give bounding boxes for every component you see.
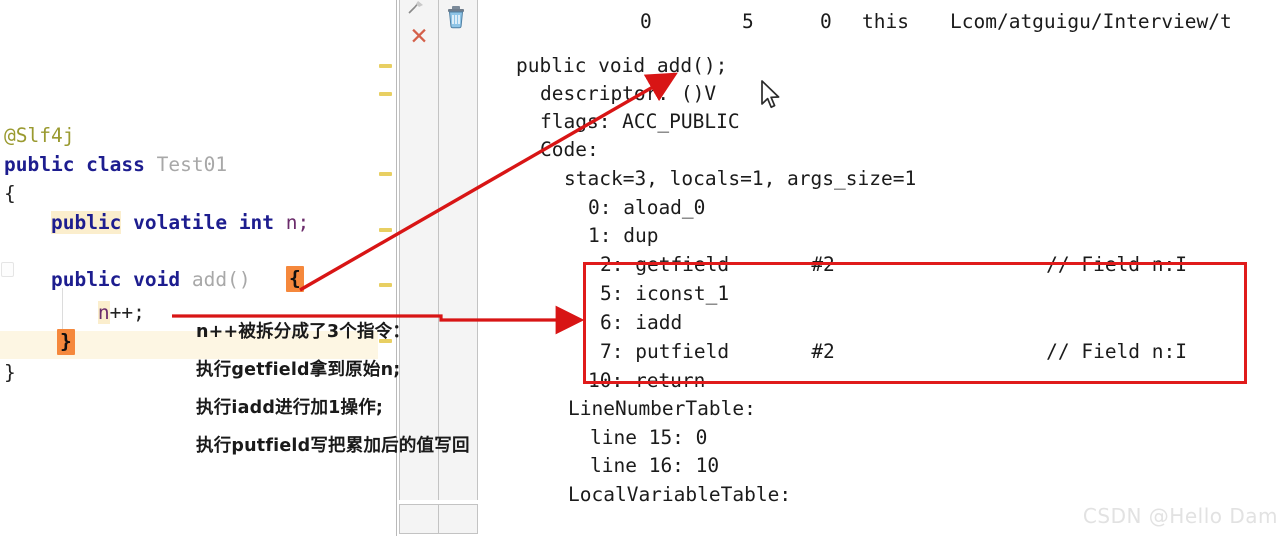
bytecode-line: line 16: 10 (590, 454, 720, 477)
annotation-note-line: 执行iadd进行加1操作; (196, 398, 384, 418)
bytecode-line: public void add(); (516, 54, 728, 77)
bytecode-header-cell: 5 (742, 10, 754, 33)
code-line[interactable]: @Slf4j (0, 122, 396, 151)
code-token: @Slf4j (4, 124, 75, 147)
pin-icon[interactable] (406, 0, 428, 16)
code-token: Test01 (156, 153, 228, 176)
bytecode-output-pane[interactable]: 0 5 0 this Lcom/atguigu/Interview/t public v… (478, 0, 1280, 536)
code-token: public void (50, 268, 192, 291)
error-stripe-marker[interactable] (379, 228, 392, 232)
error-stripe-marker[interactable] (379, 172, 392, 176)
error-stripe-marker[interactable] (379, 283, 392, 287)
code-line[interactable]: public class Test01 (0, 151, 396, 180)
bytecode-line: 2: getfield #2 // Field n:I (600, 253, 1187, 276)
bytecode-line: Code: (540, 138, 599, 161)
error-stripe-marker[interactable] (379, 92, 392, 96)
annotation-note-line: 执行putfield写把累加后的值写回 (196, 436, 470, 456)
matching-brace-open[interactable]: { (286, 266, 304, 292)
bytecode-line: 5: iconst_1 (600, 282, 730, 305)
annotation-note-line: n++被拆分成了3个指令： (196, 322, 411, 342)
mouse-cursor (760, 80, 782, 112)
code-token: add() (191, 268, 251, 291)
tool-strip-right[interactable] (438, 0, 478, 500)
bytecode-line: descriptor: ()V (540, 82, 717, 105)
matching-brace-close[interactable]: } (57, 329, 75, 355)
code-line[interactable]: public volatile int n; (0, 209, 396, 238)
trash-icon[interactable] (444, 3, 468, 29)
code-token: { (4, 182, 16, 205)
bytecode-line: LocalVariableTable: (568, 483, 792, 506)
code-token: } (4, 361, 16, 384)
bytecode-line: LineNumberTable: (568, 397, 756, 420)
bytecode-line: 6: iadd (600, 311, 683, 334)
bytecode-line: line 15: 0 (590, 426, 708, 449)
code-token: n (97, 301, 110, 324)
watermark: CSDN @Hello Dam (1082, 504, 1278, 528)
code-line[interactable]: public void add() (0, 266, 396, 295)
screenshot-root: @Slf4j public class Test01{ public volati… (0, 0, 1280, 536)
bytecode-header-cell: 0 (820, 10, 832, 33)
bytecode-header-cell: 0 (640, 10, 652, 33)
bytecode-line: 0: aload_0 (588, 196, 706, 219)
error-stripe-marker[interactable] (379, 64, 392, 68)
close-icon[interactable]: ✕ (408, 26, 430, 49)
bytecode-header-cell: this (862, 10, 909, 33)
code-token: public (50, 211, 122, 234)
bytecode-line: 7: putfield #2 // Field n:I (600, 340, 1187, 363)
tool-strip-left-footer[interactable] (399, 504, 439, 534)
code-line[interactable] (0, 238, 396, 267)
code-token: ++; (109, 301, 145, 324)
annotation-note-line: 执行getfield拿到原始n; (196, 360, 401, 380)
bytecode-header-cell: Lcom/atguigu/Interview/t (950, 10, 1232, 33)
code-token: n; (274, 211, 310, 234)
bytecode-line: flags: ACC_PUBLIC (540, 110, 740, 133)
code-token: public class (4, 153, 157, 176)
code-line[interactable]: { (0, 180, 396, 209)
bytecode-line: 10: return (588, 369, 706, 392)
bytecode-line: stack=3, locals=1, args_size=1 (564, 167, 917, 190)
code-token: volatile int (121, 211, 275, 234)
bytecode-line: 1: dup (588, 224, 659, 247)
tool-strip-left[interactable] (399, 0, 439, 500)
tool-strip-right-footer[interactable] (438, 504, 478, 534)
